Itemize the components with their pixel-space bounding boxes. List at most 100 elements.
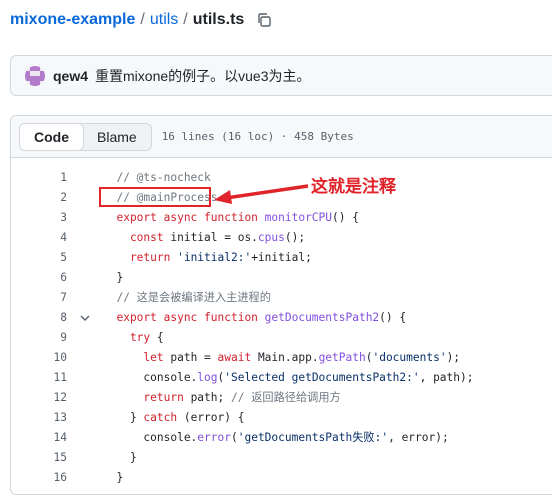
code-token: console. bbox=[103, 431, 198, 444]
code-token: ( bbox=[230, 431, 238, 444]
code-token: export async function bbox=[103, 211, 265, 224]
code-line: 6 } bbox=[11, 268, 552, 288]
code-token: console. bbox=[103, 371, 198, 384]
code-token: getDocumentsPath2 bbox=[264, 311, 380, 324]
code-line: 8 export async function getDocumentsPath… bbox=[11, 308, 552, 328]
code-token: 'getDocumentsPath失败:' bbox=[237, 431, 389, 444]
code-token: { bbox=[156, 331, 164, 344]
commit-message-link[interactable]: 重置mixone的例子。以vue3为主。 bbox=[95, 66, 311, 86]
code-line: 7 // 这是会被编译进入主进程的 bbox=[11, 288, 552, 308]
fold-gutter bbox=[67, 248, 103, 268]
code-token: +initial; bbox=[251, 251, 312, 264]
code-token: const bbox=[103, 231, 171, 244]
breadcrumb-file-name: utils.ts bbox=[192, 11, 245, 28]
breadcrumb-separator: / bbox=[140, 11, 145, 28]
code-token: log bbox=[197, 371, 218, 384]
code-line: 3 export async function monitorCPU() { bbox=[11, 208, 552, 228]
code-token: catch bbox=[143, 411, 184, 424]
line-number[interactable]: 8 bbox=[11, 308, 67, 328]
code-line: 9 try { bbox=[11, 328, 552, 348]
line-number[interactable]: 5 bbox=[11, 248, 67, 268]
commit-author-link[interactable]: qew4 bbox=[53, 68, 88, 84]
file-meta-info: 16 lines (16 loc) · 458 Bytes bbox=[161, 130, 354, 143]
code-line: 11 console.log('Selected getDocumentsPat… bbox=[11, 368, 552, 388]
line-number[interactable]: 12 bbox=[11, 388, 67, 408]
code-token: } bbox=[103, 411, 144, 424]
code-text: console.error('getDocumentsPath失败:', err… bbox=[103, 428, 449, 448]
fold-gutter bbox=[67, 368, 103, 388]
fold-gutter bbox=[67, 208, 103, 228]
line-number[interactable]: 15 bbox=[11, 448, 67, 468]
fold-gutter bbox=[67, 328, 103, 348]
fold-gutter bbox=[67, 428, 103, 448]
fold-gutter bbox=[67, 348, 103, 368]
blame-tab-button[interactable]: Blame bbox=[83, 124, 151, 150]
code-token: (); bbox=[284, 231, 306, 244]
line-number[interactable]: 6 bbox=[11, 268, 67, 288]
line-number[interactable]: 9 bbox=[11, 328, 67, 348]
code-text: export async function monitorCPU() { bbox=[103, 208, 359, 228]
line-number[interactable]: 16 bbox=[11, 468, 67, 488]
breadcrumb-separator: / bbox=[183, 11, 188, 28]
code-token: 'documents' bbox=[372, 351, 447, 364]
code-token: () { bbox=[332, 211, 359, 224]
line-number[interactable]: 4 bbox=[11, 228, 67, 248]
line-number[interactable]: 7 bbox=[11, 288, 67, 308]
code-line: 16 } bbox=[11, 468, 552, 488]
annotation-arrow-icon bbox=[214, 184, 309, 204]
file-header: Code Blame 16 lines (16 loc) · 458 Bytes bbox=[11, 116, 552, 158]
line-number[interactable]: 2 bbox=[11, 188, 67, 208]
fold-gutter bbox=[67, 228, 103, 248]
line-number[interactable]: 14 bbox=[11, 428, 67, 448]
code-line: 14 console.error('getDocumentsPath失败:', … bbox=[11, 428, 552, 448]
code-token: // 返回路径给调用方 bbox=[230, 391, 341, 404]
chevron-down-icon bbox=[80, 315, 90, 321]
code-token: 'Selected getDocumentsPath2:' bbox=[224, 371, 420, 384]
line-number[interactable]: 3 bbox=[11, 208, 67, 228]
fold-gutter bbox=[67, 288, 103, 308]
breadcrumb-folder-link[interactable]: utils bbox=[150, 11, 178, 29]
fold-gutter bbox=[67, 268, 103, 288]
code-tab-button[interactable]: Code bbox=[19, 122, 84, 151]
line-number[interactable]: 10 bbox=[11, 348, 67, 368]
annotation-highlight-box bbox=[99, 187, 211, 207]
line-number[interactable]: 1 bbox=[11, 168, 67, 188]
copy-icon bbox=[258, 13, 272, 27]
code-text: try { bbox=[103, 328, 164, 348]
code-text: return 'initial2:'+initial; bbox=[103, 248, 312, 268]
code-token: path = bbox=[170, 351, 218, 364]
code-line: 5 return 'initial2:'+initial; bbox=[11, 248, 552, 268]
code-text: return path; // 返回路径给调用方 bbox=[103, 388, 341, 408]
code-token: await bbox=[217, 351, 258, 364]
file-viewer: Code Blame 16 lines (16 loc) · 458 Bytes… bbox=[10, 115, 552, 495]
avatar[interactable] bbox=[25, 65, 45, 86]
fold-gutter bbox=[67, 188, 103, 208]
code-line: 12 return path; // 返回路径给调用方 bbox=[11, 388, 552, 408]
code-token: cpus bbox=[257, 231, 285, 244]
code-token: , error); bbox=[388, 431, 449, 444]
code-token: export async function bbox=[103, 311, 265, 324]
code-text: // 这是会被编译进入主进程的 bbox=[103, 288, 271, 308]
fold-toggle-button[interactable] bbox=[67, 308, 103, 328]
code-token: initial = os. bbox=[170, 231, 258, 244]
code-line: 10 let path = await Main.app.getPath('do… bbox=[11, 348, 552, 368]
code-text: } bbox=[103, 268, 123, 288]
line-number[interactable]: 13 bbox=[11, 408, 67, 428]
code-token: () { bbox=[379, 311, 407, 324]
line-number[interactable]: 11 bbox=[11, 368, 67, 388]
code-token: 'initial2:' bbox=[177, 251, 252, 264]
code-token: } bbox=[103, 451, 137, 464]
view-mode-toggle: Code Blame bbox=[19, 122, 152, 151]
breadcrumb-repo-link[interactable]: mixone-example bbox=[10, 11, 135, 29]
code-text: // @ts-nocheck bbox=[103, 168, 210, 188]
latest-commit-bar: qew4 重置mixone的例子。以vue3为主。 bbox=[10, 55, 552, 96]
code-token: // 这是会被编译进入主进程的 bbox=[103, 291, 271, 304]
copy-path-button[interactable] bbox=[254, 10, 274, 30]
fold-gutter bbox=[67, 388, 103, 408]
code-text: } bbox=[103, 448, 137, 468]
annotation-label: 这就是注释 bbox=[311, 177, 396, 197]
code-token: try bbox=[103, 331, 157, 344]
code-line: 4 const initial = os.cpus(); bbox=[11, 228, 552, 248]
code-token: } bbox=[103, 471, 124, 484]
code-token: path; bbox=[190, 391, 231, 404]
